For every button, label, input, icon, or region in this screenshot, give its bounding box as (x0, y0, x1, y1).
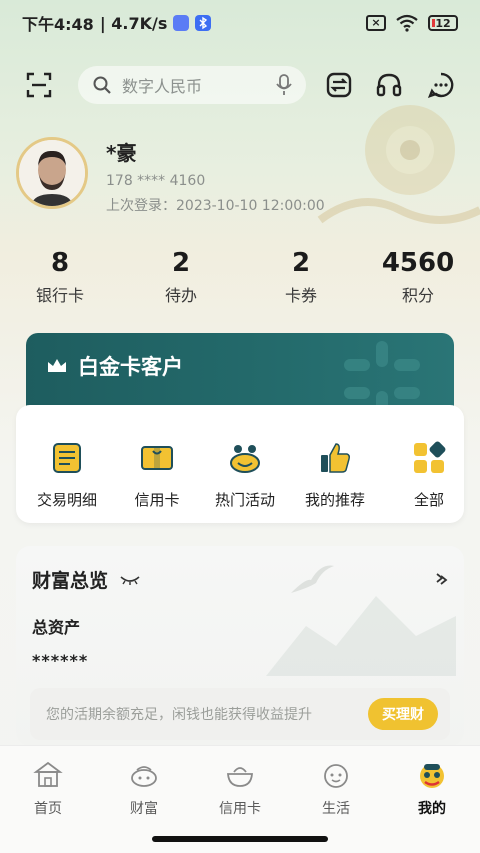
quick-item-label: 交易明细 (36, 491, 97, 509)
tab-mine[interactable]: 我的 (392, 760, 472, 818)
last-login-time: 上次登录：2023-10-10 12:00:00 (106, 198, 325, 214)
quick-item-transactions[interactable]: 交易明细 (22, 441, 112, 510)
wealth-promo-banner[interactable]: 您的活期余额充足，闲钱也能获得收益提升 买理财 (30, 688, 450, 740)
tab-label: 信用卡 (219, 801, 261, 817)
lion-dance-icon (420, 764, 444, 788)
stat-value: 2 (291, 248, 311, 278)
status-network-speed: | 4.7K/s (99, 13, 168, 33)
tab-credit-card[interactable]: 信用卡 (200, 760, 280, 818)
crane-decoration (291, 565, 334, 593)
wealth-icon (131, 766, 157, 787)
stat-value: 4560 (381, 248, 455, 278)
wealth-title: 财富总览 (32, 566, 140, 593)
total-assets-label: 总资产 (32, 618, 81, 637)
stat-label: 积分 (401, 286, 434, 305)
stat-label: 待办 (164, 286, 197, 305)
status-left: 下午4:48 | 4.7K/s (22, 11, 212, 35)
battery-level: 12 (435, 16, 451, 30)
crown-icon (48, 359, 66, 372)
quick-item-recommend[interactable]: 我的推荐 (290, 441, 380, 510)
tab-life[interactable]: 生活 (296, 760, 376, 818)
battery-icon: 12 (428, 15, 458, 31)
grid-icon (414, 441, 446, 473)
stat-bank-cards[interactable]: 8 银行卡 (10, 248, 110, 306)
credit-bowl-icon (227, 767, 253, 787)
quick-item-label: 热门活动 (214, 491, 275, 509)
search-placeholder: 数字人民币 (122, 77, 203, 96)
quick-item-label: 我的推荐 (304, 491, 365, 509)
mic-icon[interactable] (276, 74, 292, 96)
status-right: × 12 (366, 14, 458, 32)
wealth-overview: 财富总览 总资产 ****** 您的活期余额充足，闲钱也能获得收益提升 买理财 (16, 546, 464, 746)
wealth-title-text: 财富总览 (32, 570, 109, 592)
tab-label: 财富 (130, 801, 158, 817)
stat-label: 卡券 (284, 286, 317, 305)
wifi-icon (396, 14, 418, 32)
thumbs-up-icon (321, 443, 350, 473)
tab-label: 我的 (418, 801, 446, 817)
buy-wealth-button[interactable]: 买理财 (368, 698, 438, 730)
status-time: 下午4:48 (22, 15, 94, 34)
vpn-icon (173, 15, 190, 31)
tab-label: 首页 (34, 801, 62, 817)
stat-todo[interactable]: 2 待办 (131, 248, 231, 306)
stat-points[interactable]: 4560 积分 (368, 248, 468, 306)
home-indicator[interactable] (152, 836, 328, 842)
vip-title: 白金卡客户 (46, 351, 183, 381)
promo-text: 您的活期余额充足，闲钱也能获得收益提升 (46, 707, 312, 723)
quick-item-label: 全部 (413, 491, 444, 509)
stat-coupons[interactable]: 2 卡券 (251, 248, 351, 306)
tab-label: 生活 (322, 801, 350, 817)
search-input[interactable]: 数字人民币 (78, 66, 306, 104)
credit-card-icon (141, 446, 173, 470)
stat-label: 银行卡 (35, 286, 84, 305)
double-chevron-icon[interactable] (434, 572, 448, 586)
stat-value: 8 (50, 248, 70, 278)
tab-wealth[interactable]: 财富 (104, 760, 184, 818)
bluetooth-icon (195, 15, 212, 31)
stat-value: 2 (171, 248, 191, 278)
eye-closed-icon[interactable] (120, 575, 140, 585)
tab-home[interactable]: 首页 (8, 760, 88, 818)
quick-item-hot-activity[interactable]: 热门活动 (200, 441, 290, 510)
scan-icon[interactable] (24, 70, 54, 100)
quick-item-credit-card[interactable]: 信用卡 (112, 441, 202, 510)
vip-title-text: 白金卡客户 (78, 355, 183, 379)
status-bar: 下午4:48 | 4.7K/s × 12 (0, 0, 480, 46)
no-sim-icon: × (366, 15, 386, 31)
transaction-list-icon (53, 443, 81, 473)
quick-item-all[interactable]: 全部 (384, 441, 474, 510)
avatar[interactable] (16, 137, 88, 209)
search-icon (93, 76, 111, 94)
quick-item-label: 信用卡 (134, 491, 180, 509)
stats-row: 8 银行卡 2 待办 2 卡券 4560 积分 (0, 248, 480, 308)
total-assets-value: ****** (32, 651, 89, 670)
life-face-icon (324, 764, 348, 788)
profile-section: *豪 178 **** 4160 上次登录：2023-10-10 12:00:0… (16, 137, 476, 227)
user-name: *豪 (106, 141, 137, 165)
hot-activity-icon (230, 445, 260, 473)
user-phone: 178 **** 4160 (106, 173, 206, 189)
home-building-icon (33, 761, 63, 787)
quick-actions-panel: 交易明细 信用卡 热门活动 我的推荐 全部 (16, 405, 464, 523)
